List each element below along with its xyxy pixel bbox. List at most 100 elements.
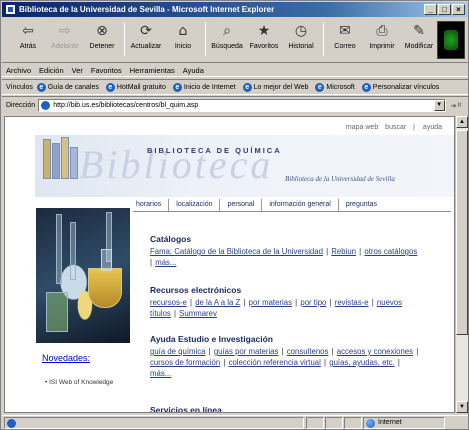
toolbar-separator — [205, 22, 206, 56]
library-banner: Biblioteca BIBLIOTECA DE QUÍMICA Bibliot… — [35, 135, 454, 197]
inicio-button[interactable]: ⌂ Inicio — [165, 22, 201, 59]
link-de-la-a-a-la-z[interactable]: de la A a la Z — [195, 298, 240, 307]
zone-label: Internet — [378, 419, 402, 426]
link-consultenos[interactable]: consultenos — [287, 347, 329, 356]
vertical-scrollbar[interactable]: ▲ ▼ — [455, 116, 468, 413]
tab-personal[interactable]: personal — [220, 199, 263, 211]
menu-edicion[interactable]: Edición — [39, 66, 64, 75]
menu-archivo[interactable]: Archivo — [6, 66, 31, 75]
ie-link-icon: e — [105, 82, 115, 92]
link-summarev[interactable]: Summarev — [179, 309, 217, 318]
menu-ayuda[interactable]: Ayuda — [183, 66, 204, 75]
link-accesos-y-conexiones[interactable]: accesos y conexiones — [337, 347, 413, 356]
section-links: guía de química | guías por materias | c… — [150, 346, 420, 379]
go-label: Ir — [457, 102, 462, 109]
section-links: recursos-e | de la A a la Z | por materi… — [150, 297, 420, 319]
link-cursos-de-formacion[interactable]: cursos de formación — [150, 358, 220, 367]
menu-ver[interactable]: Ver — [72, 66, 83, 75]
link-separator: | — [414, 347, 419, 356]
novedades-link[interactable]: Novedades: — [42, 353, 90, 363]
favoritos-button[interactable]: ★ Favoritos — [246, 22, 282, 59]
link-revistas-e[interactable]: revistas-e — [335, 298, 369, 307]
scroll-up-icon[interactable]: ▲ — [456, 116, 468, 128]
buscar-link[interactable]: buscar — [385, 124, 406, 131]
link-separator: | — [171, 309, 179, 318]
link-label: Personalizar vínculos — [372, 83, 440, 91]
actualizar-button[interactable]: ⟳ Actualizar — [128, 22, 164, 59]
correo-button[interactable]: ✉ Correo — [327, 22, 363, 59]
link-label: HotMail gratuito — [116, 83, 166, 91]
link-separator: | — [327, 298, 334, 307]
link-otros-catalogos[interactable]: otros catálogos — [364, 247, 417, 256]
address-dropdown-button[interactable]: ▼ — [433, 100, 445, 111]
link-coleccion-referencia-virtual[interactable]: colección referencia virtual — [229, 358, 321, 367]
menu-bar: Archivo Edición Ver Favoritos Herramientas Ay… — [2, 64, 468, 77]
atras-button[interactable]: ⇦ Atrás — [10, 22, 46, 59]
link-fama-catalogo-de-la-biblioteca-de-la-universidad[interactable]: Fama: Catálogo de la Biblioteca de la Un… — [150, 247, 323, 256]
historial-button[interactable]: ◷ Historial — [283, 22, 319, 59]
maximize-button[interactable]: □ — [438, 4, 451, 15]
favorites-icon: ★ — [257, 23, 271, 39]
go-button[interactable]: ➔ Ir — [451, 100, 468, 112]
link-separator: | — [187, 298, 195, 307]
link-microsoft[interactable]: e Microsoft — [315, 82, 355, 92]
link-separator: | — [369, 298, 376, 307]
link-guia-de-quimica[interactable]: guía de química — [150, 347, 205, 356]
page-nav-tabs: horarios localización personal información … — [133, 199, 384, 211]
news-item-isi[interactable]: • ISI Web of Knowledge — [45, 379, 113, 386]
edit-icon: ✎ — [413, 23, 425, 39]
link-por-materias[interactable]: por materias — [249, 298, 292, 307]
tab-localizacion[interactable]: localización — [169, 199, 221, 211]
link-separator: | — [206, 347, 213, 356]
section-links: Fama: Catálogo de la Biblioteca de la Un… — [150, 246, 420, 268]
menu-herramientas[interactable]: Herramientas — [130, 66, 175, 75]
security-zone: Internet — [363, 416, 445, 429]
scroll-down-icon[interactable]: ▼ — [456, 401, 468, 413]
menu-favoritos[interactable]: Favoritos — [91, 66, 122, 75]
link-lo-mejor-del-web[interactable]: e Lo mejor del Web — [242, 82, 308, 92]
toolbar-label: Actualizar — [130, 43, 162, 50]
close-button[interactable]: × — [452, 4, 465, 15]
link-mas[interactable]: más... — [155, 258, 176, 267]
modificar-button[interactable]: ✎ Modificar — [401, 22, 437, 59]
link-por-tipo[interactable]: por tipo — [300, 298, 326, 307]
toolbar-label: Adelante — [51, 43, 79, 50]
tab-informacion-general[interactable]: información general — [262, 199, 339, 211]
imprimir-button[interactable]: ⎙ Imprimir — [364, 22, 400, 59]
address-bar: Dirección http://bib.us.es/bibliotecas/c… — [2, 96, 468, 114]
link-guia-de-canales[interactable]: e Guía de canales — [36, 82, 99, 92]
link-inicio-de-internet[interactable]: e Inicio de Internet — [172, 82, 236, 92]
search-icon: ⌕ — [223, 23, 231, 39]
toolbar-label: Historial — [288, 43, 314, 50]
link-mas[interactable]: más... — [150, 369, 171, 378]
link-guias-ayudas-etc[interactable]: guías, ayudas, etc. — [329, 358, 394, 367]
section-title: Catálogos — [150, 234, 192, 244]
scroll-thumb[interactable] — [456, 130, 468, 335]
detener-button[interactable]: ⊗ Detener — [84, 22, 120, 59]
link-hotmail-gratuito[interactable]: e HotMail gratuito — [105, 82, 166, 92]
link-separator: | — [357, 247, 364, 256]
link-separator: | — [279, 347, 286, 356]
go-arrow-icon: ➔ — [450, 102, 457, 110]
link-guias-por-materias[interactable]: guías por materias — [214, 347, 279, 356]
library-title: BIBLIOTECA DE QUÍMICA — [147, 146, 282, 155]
busqueda-button[interactable]: ⌕ Búsqueda — [209, 22, 245, 59]
link-recursos-e[interactable]: recursos-e — [150, 298, 187, 307]
toolbar-separator — [323, 22, 324, 56]
minimize-button[interactable]: _ — [424, 4, 437, 15]
ayuda-link[interactable]: ayuda — [423, 124, 442, 131]
stop-icon: ⊗ — [96, 23, 108, 39]
ie-link-icon: e — [36, 82, 46, 92]
section-title: Servicios en línea — [150, 405, 222, 413]
tab-preguntas[interactable]: preguntas — [339, 199, 384, 211]
link-label: Microsoft — [326, 83, 355, 91]
link-personalizar-vinculos[interactable]: e Personalizar vínculos — [361, 82, 440, 92]
link-rebiun[interactable]: Rebiun — [331, 247, 356, 256]
address-label: Dirección — [6, 102, 36, 109]
tab-horarios[interactable]: horarios — [133, 199, 170, 211]
adelante-button[interactable]: ⇨ Adelante — [47, 22, 83, 59]
mapa-web-link[interactable]: mapa web — [346, 124, 378, 131]
windows-throbber-logo — [437, 21, 465, 59]
address-input[interactable]: http://bib.us.es/bibliotecas/centros/bl_… — [38, 99, 446, 112]
ie-link-icon: e — [172, 82, 182, 92]
